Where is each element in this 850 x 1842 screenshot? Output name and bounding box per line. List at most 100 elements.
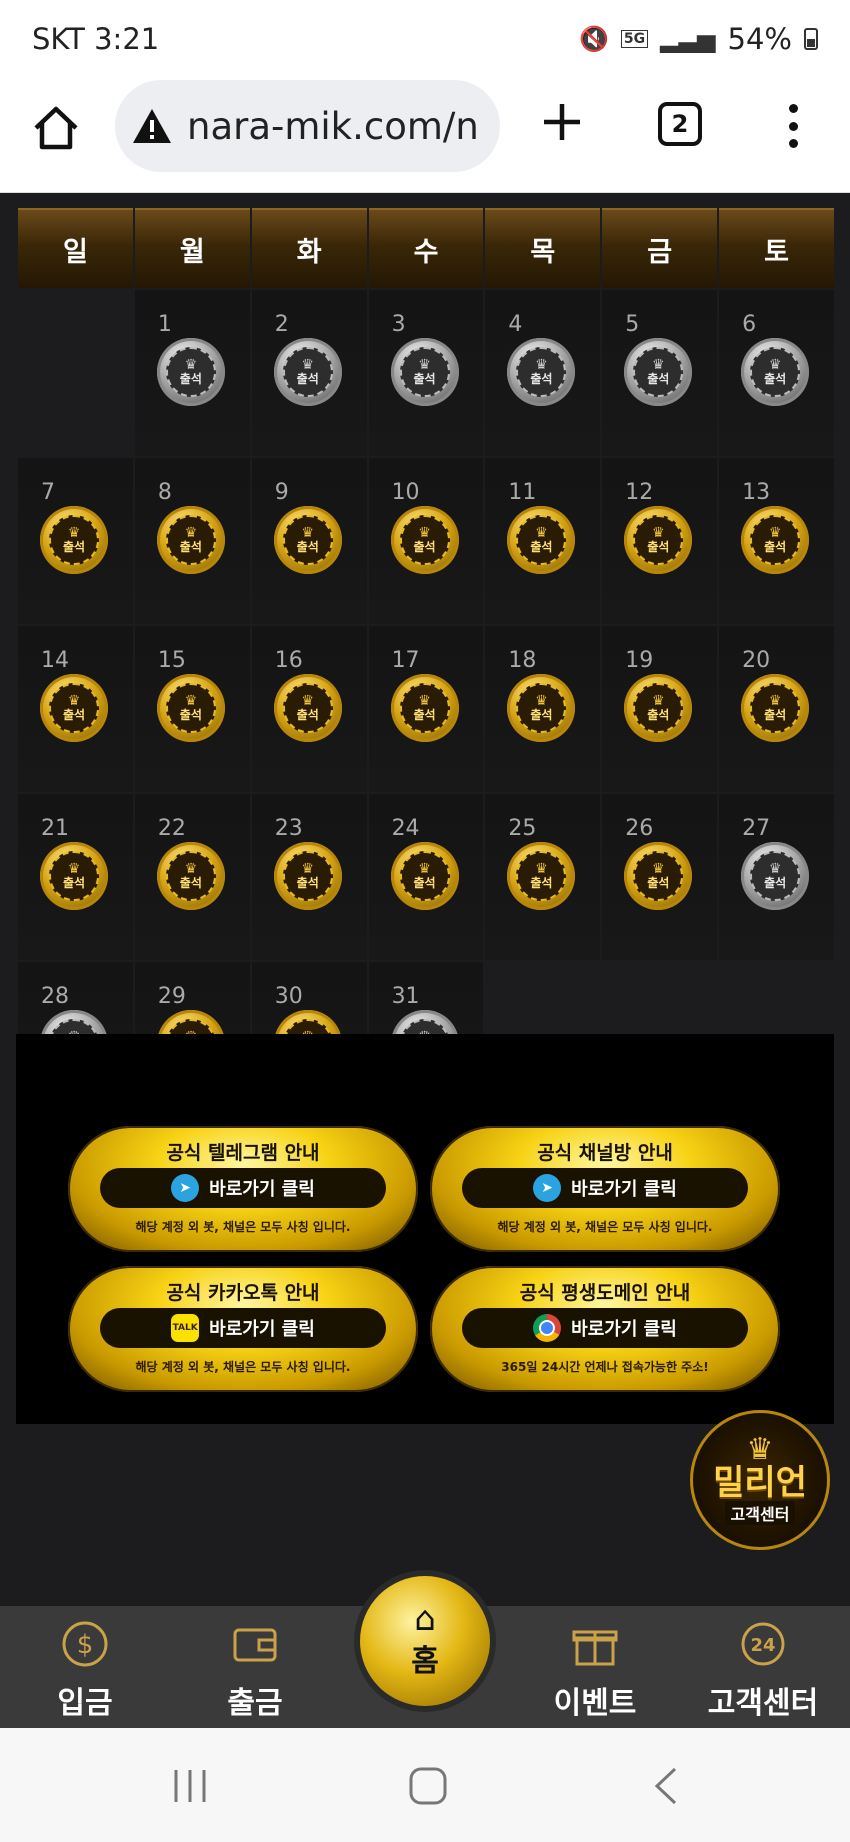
attendance-badge-gold: ♛출석	[741, 674, 810, 742]
home-system-icon[interactable]	[398, 1756, 458, 1816]
crown-icon: ♛	[67, 693, 81, 709]
channel-promo-button[interactable]: 공식 채널방 안내 ➤ 바로가기 클릭 해당 계정 외 봇, 채널은 모두 사칭…	[430, 1126, 780, 1252]
nav-withdraw[interactable]: 출금	[185, 1606, 325, 1728]
nav-withdraw-label: 출금	[227, 1686, 283, 1721]
calendar-day-19[interactable]: 19 ♛ 출석	[602, 626, 718, 792]
day-number: 22	[157, 816, 186, 841]
warning-icon	[133, 109, 171, 143]
calendar-day-17[interactable]: 17 ♛ 출석	[368, 626, 484, 792]
day-number: 28	[41, 984, 69, 1009]
domain-link-bar[interactable]: 바로가기 클릭	[462, 1308, 748, 1348]
attendance-badge-gold: ♛출석	[741, 506, 810, 574]
crown-icon: ♛	[301, 357, 314, 373]
nav-deposit[interactable]: $ 입금	[15, 1606, 155, 1728]
calendar-day-16[interactable]: 16 ♛ 출석	[251, 626, 367, 792]
day-number: 11	[508, 480, 537, 505]
attendance-label: 출석	[647, 876, 670, 890]
address-bar[interactable]: nara-mik.com/n	[115, 80, 500, 172]
day-number: 7	[41, 480, 55, 505]
attendance-label: 출석	[530, 540, 553, 554]
telegram-promo-note: 해당 계정 외 봇, 채널은 모두 사칭 입니다.	[135, 1220, 351, 1234]
calendar-day-13[interactable]: 13 ♛ 출석	[719, 458, 834, 624]
calendar-day-22[interactable]: 22 ♛ 출석	[134, 794, 250, 960]
calendar-day-8[interactable]: 8 ♛ 출석	[134, 458, 250, 624]
crown-icon: ♛	[768, 525, 782, 541]
attendance-label: 출석	[413, 708, 436, 722]
attendance-badge-gold: ♛출석	[156, 674, 225, 742]
signal-icon: ▂▃▅	[660, 25, 716, 53]
kakao-promo-button[interactable]: 공식 카카오톡 안내 TALK 바로가기 클릭 해당 계정 외 봇, 채널은 모…	[68, 1266, 418, 1392]
calendar-day-26[interactable]: 26 ♛ 출석	[602, 794, 718, 960]
calendar-day-24[interactable]: 24 ♛ 출석	[368, 794, 484, 960]
calendar-day-15[interactable]: 15 ♛ 출석	[134, 626, 250, 792]
calendar-day-23[interactable]: 23 ♛ 출석	[251, 794, 367, 960]
calendar-day-25[interactable]: 25 ♛ 출석	[485, 794, 601, 960]
network-badge: 5G	[620, 30, 649, 48]
more-menu-icon[interactable]	[787, 104, 799, 148]
calendar-day-6[interactable]: 6 ♛ 출석	[719, 290, 834, 456]
attendance-badge-gold: ♛출석	[273, 842, 342, 910]
calendar-day-5[interactable]: 5 ♛ 출석	[602, 290, 718, 456]
attendance-label: 출석	[62, 708, 86, 722]
promo-panel: 공식 텔레그램 안내 ➤ 바로가기 클릭 해당 계정 외 봇, 채널은 모두 사…	[16, 1034, 834, 1424]
new-tab-icon[interactable]	[540, 100, 584, 144]
attendance-label: 출석	[179, 540, 202, 554]
weekday-header: 일월화수목금토	[18, 208, 834, 288]
attendance-label: 출석	[296, 708, 319, 722]
dollar-coin-icon: $	[61, 1620, 109, 1668]
telegram-link-bar[interactable]: ➤ 바로가기 클릭	[100, 1168, 386, 1208]
calendar-day-27[interactable]: 27 ♛ 출석	[719, 794, 834, 960]
attendance-badge-silver: ♛출석	[624, 338, 693, 406]
domain-promo-button[interactable]: 공식 평생도메인 안내 바로가기 클릭 365일 24시간 언제나 접속가능한 …	[430, 1266, 780, 1392]
nav-event[interactable]: 이벤트	[525, 1606, 665, 1728]
weekday-6: 토	[719, 208, 834, 288]
kakao-link-bar[interactable]: TALK 바로가기 클릭	[100, 1308, 386, 1348]
crown-icon: ♛	[768, 693, 782, 709]
telegram-promo-button[interactable]: 공식 텔레그램 안내 ➤ 바로가기 클릭 해당 계정 외 봇, 채널은 모두 사…	[68, 1126, 418, 1252]
weekday-1: 월	[134, 208, 250, 288]
support-24-icon: 24	[739, 1620, 787, 1668]
attendance-label: 출석	[764, 540, 787, 554]
calendar-day-12[interactable]: 12 ♛ 출석	[602, 458, 718, 624]
day-number: 5	[625, 312, 640, 337]
calendar-day-21[interactable]: 21 ♛ 출석	[18, 794, 133, 960]
gift-icon	[571, 1620, 619, 1668]
attendance-label: 출석	[530, 876, 553, 890]
calendar-day-20[interactable]: 20 ♛ 출석	[719, 626, 834, 792]
million-support-badge[interactable]: ♛ 밀리언 고객센터	[690, 1410, 830, 1550]
browser-home-icon[interactable]	[30, 102, 82, 154]
million-sub: 고객센터	[724, 1501, 796, 1525]
day-number: 27	[742, 816, 771, 841]
attendance-badge-gold: ♛출석	[507, 842, 576, 910]
calendar-day-11[interactable]: 11 ♛ 출석	[485, 458, 601, 624]
attendance-label: 출석	[413, 540, 436, 554]
back-icon[interactable]	[636, 1756, 696, 1816]
attendance-label: 출석	[647, 540, 670, 554]
telegram-promo-title: 공식 텔레그램 안내	[166, 1142, 320, 1164]
calendar-day-14[interactable]: 14 ♛ 출석	[18, 626, 133, 792]
crown-icon: ♛	[418, 861, 431, 877]
calendar-day-3[interactable]: 3 ♛ 출석	[368, 290, 484, 456]
day-number: 26	[625, 816, 654, 841]
calendar-day-18[interactable]: 18 ♛ 출석	[485, 626, 601, 792]
calendar-day-9[interactable]: 9 ♛ 출석	[251, 458, 367, 624]
nav-home-button[interactable]: ⌂ 홈	[360, 1576, 490, 1706]
calendar-day-1[interactable]: 1 ♛ 출석	[134, 290, 250, 456]
calendar-day-4[interactable]: 4 ♛ 출석	[485, 290, 601, 456]
attendance-label: 출석	[530, 708, 553, 722]
attendance-label: 출석	[296, 540, 319, 554]
attendance-badge-silver: ♛출석	[741, 842, 810, 910]
attendance-badge-gold: ♛출석	[390, 842, 459, 910]
attendance-badge-gold: ♛출석	[390, 674, 459, 742]
calendar-day-7[interactable]: 7 ♛ 출석	[18, 458, 133, 624]
attendance-label: 출석	[62, 876, 86, 890]
channel-link-bar[interactable]: ➤ 바로가기 클릭	[462, 1168, 748, 1208]
recent-apps-icon[interactable]	[160, 1756, 220, 1816]
calendar-day-2[interactable]: 2 ♛ 출석	[251, 290, 367, 456]
attendance-badge-gold: ♛출석	[156, 842, 225, 910]
nav-support[interactable]: 24 고객센터	[693, 1606, 833, 1728]
system-nav-bar	[0, 1728, 850, 1842]
calendar-day-10[interactable]: 10 ♛ 출석	[368, 458, 484, 624]
tab-count-button[interactable]: 2	[658, 102, 702, 146]
attendance-label: 출석	[413, 372, 436, 386]
